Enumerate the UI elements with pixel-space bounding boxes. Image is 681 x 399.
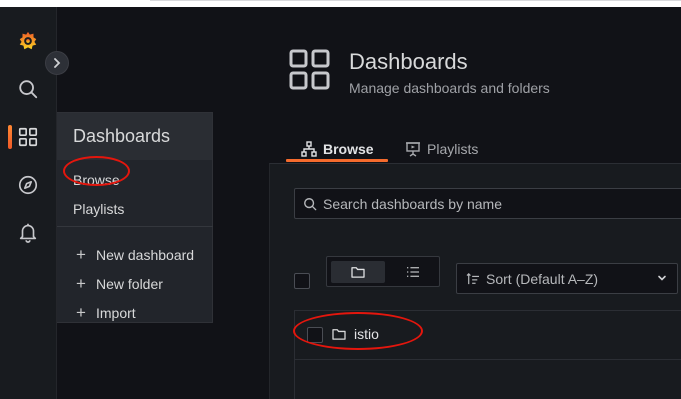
search-placeholder: Search dashboards by name bbox=[323, 195, 502, 212]
grafana-app: Dashboards Browse Playlists + New dashbo… bbox=[0, 7, 681, 399]
dashboards-flyout-menu: Dashboards Browse Playlists + New dashbo… bbox=[57, 112, 213, 323]
tab-playlists-label: Playlists bbox=[427, 141, 479, 157]
top-border-strip bbox=[0, 0, 681, 7]
chevron-right-icon bbox=[54, 58, 61, 68]
top-divider bbox=[150, 0, 681, 1]
new-dashboard-label: New dashboard bbox=[96, 247, 195, 263]
tab-browse-label: Browse bbox=[323, 141, 374, 157]
active-tab-underline bbox=[286, 159, 388, 162]
dashboards-page-icon bbox=[289, 49, 331, 96]
alerting-bell-icon[interactable] bbox=[16, 220, 40, 244]
new-folder-label: New folder bbox=[96, 276, 163, 292]
select-all-checkbox[interactable] bbox=[294, 273, 310, 289]
search-icon[interactable] bbox=[16, 77, 40, 101]
folder-view-icon bbox=[351, 267, 365, 278]
chevron-down-icon bbox=[658, 275, 666, 281]
row-checkbox[interactable] bbox=[307, 327, 323, 343]
sitemap-icon bbox=[301, 141, 317, 157]
folder-row[interactable]: istio bbox=[295, 311, 681, 359]
page-title: Dashboards bbox=[349, 49, 468, 74]
explore-compass-icon[interactable] bbox=[16, 173, 40, 197]
flyout-title[interactable]: Dashboards bbox=[57, 113, 212, 160]
folder-name[interactable]: istio bbox=[354, 326, 379, 342]
list-view-icon bbox=[407, 267, 419, 277]
new-folder-action[interactable]: + New folder bbox=[75, 274, 163, 293]
page-subtitle: Manage dashboards and folders bbox=[349, 80, 550, 96]
sort-value: Sort (Default A–Z) bbox=[486, 270, 599, 287]
sort-select[interactable]: Sort (Default A–Z) bbox=[456, 263, 678, 294]
active-indicator bbox=[8, 125, 12, 149]
search-input[interactable]: Search dashboards by name bbox=[294, 188, 681, 219]
sidebar bbox=[0, 7, 69, 399]
new-dashboard-action[interactable]: + New dashboard bbox=[75, 245, 195, 264]
list-divider bbox=[294, 359, 681, 360]
import-label: Import bbox=[96, 305, 136, 321]
sort-icon bbox=[466, 272, 479, 284]
search-icon bbox=[304, 197, 317, 210]
presentation-icon bbox=[406, 142, 420, 157]
plus-icon: + bbox=[76, 303, 86, 322]
folder-icon bbox=[332, 329, 346, 340]
expand-sidebar-button[interactable] bbox=[45, 51, 69, 75]
list-view-button[interactable] bbox=[389, 261, 437, 283]
view-toggle bbox=[326, 256, 440, 287]
flyout-item-browse[interactable]: Browse bbox=[73, 172, 120, 188]
folder-view-button[interactable] bbox=[331, 261, 385, 283]
grafana-logo[interactable] bbox=[16, 29, 40, 53]
flyout-item-playlists[interactable]: Playlists bbox=[73, 201, 124, 217]
import-action[interactable]: + Import bbox=[75, 303, 136, 322]
flyout-divider bbox=[57, 226, 213, 227]
plus-icon: + bbox=[76, 274, 86, 293]
plus-icon: + bbox=[76, 245, 86, 264]
tab-playlists[interactable]: Playlists bbox=[405, 136, 478, 162]
dashboards-grid-icon[interactable] bbox=[16, 125, 40, 149]
